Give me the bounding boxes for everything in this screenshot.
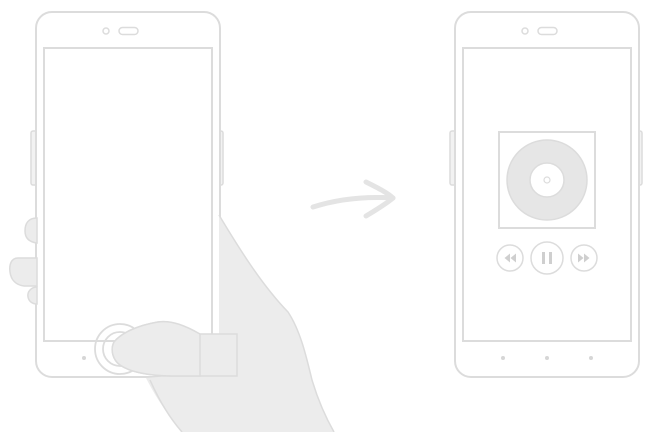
hand-finger-middle [9,257,38,287]
hand-finger-bottom [27,286,38,305]
arrow-right-icon [310,179,396,219]
gesture-illustration [9,11,643,432]
right-phone-nav-dot-center [545,356,549,360]
illustration-stage [0,0,669,432]
music-disc-icon [498,131,596,229]
left-phone-screen [43,47,213,342]
right-phone [449,11,643,378]
fast-forward-button[interactable] [570,244,598,272]
left-phone [30,11,224,378]
rewind-button[interactable] [496,244,524,272]
pause-button[interactable] [530,241,564,275]
album-disc-label [529,162,565,198]
right-phone-nav-dot-right [589,356,593,360]
hand-finger-top [24,217,38,244]
right-phone-nav-dot-left [501,356,505,360]
left-phone-nav-dot [82,356,86,360]
